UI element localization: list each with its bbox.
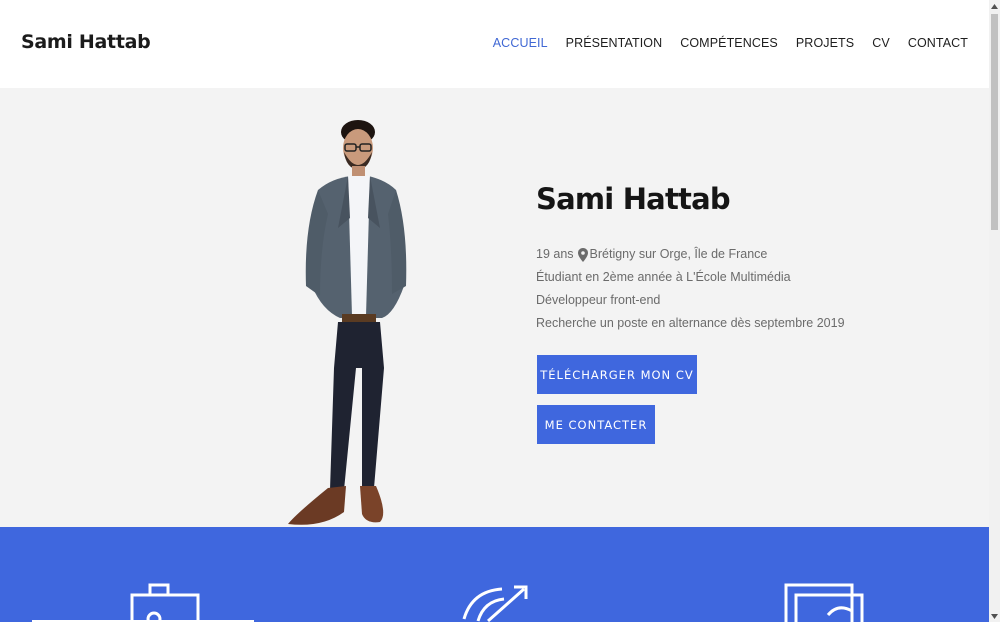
main-nav: ACCUEIL PRÉSENTATION COMPÉTENCES PROJETS…: [493, 36, 968, 50]
nav-item-cv[interactable]: CV: [872, 36, 890, 50]
site-header: Sami Hattab ACCUEIL PRÉSENTATION COMPÉTE…: [0, 0, 989, 88]
person-photo: [288, 120, 407, 525]
page-scrollbar[interactable]: [989, 0, 1000, 622]
portfolio-images-icon: [784, 583, 864, 622]
nav-item-contact[interactable]: CONTACT: [908, 36, 968, 50]
id-card-icon: [130, 583, 200, 622]
target-arrow-icon: [462, 585, 528, 622]
site-brand[interactable]: Sami Hattab: [21, 31, 151, 53]
info-line-school: Étudiant en 2ème année à L'École Multimé…: [536, 270, 791, 284]
hero-info: 19 ans Brétigny sur Orge, Île de France …: [536, 243, 845, 335]
nav-item-projets[interactable]: PROJETS: [796, 36, 854, 50]
hero-name: Sami Hattab: [536, 182, 731, 216]
age-location-line: 19 ans Brétigny sur Orge, Île de France: [536, 243, 845, 266]
info-line-search: Recherche un poste en alternance dès sep…: [536, 316, 845, 330]
nav-item-accueil[interactable]: ACCUEIL: [493, 36, 548, 50]
scroll-up-arrow-icon[interactable]: [989, 0, 1000, 12]
scroll-thumb[interactable]: [991, 14, 998, 230]
contact-button[interactable]: ME CONTACTER: [537, 405, 655, 444]
age-text: 19 ans: [536, 247, 574, 261]
scroll-down-arrow-icon[interactable]: [989, 610, 1000, 622]
download-cv-button[interactable]: TÉLÉCHARGER MON CV: [537, 355, 697, 394]
nav-item-presentation[interactable]: PRÉSENTATION: [566, 36, 663, 50]
features-band: [0, 527, 989, 622]
map-pin-icon: [577, 247, 588, 262]
location-text: Brétigny sur Orge, Île de France: [589, 247, 768, 261]
hero-section: Sami Hattab 19 ans Brétigny sur Orge, Îl…: [0, 88, 989, 527]
nav-item-competences[interactable]: COMPÉTENCES: [680, 36, 778, 50]
info-line-role: Développeur front-end: [536, 293, 661, 307]
